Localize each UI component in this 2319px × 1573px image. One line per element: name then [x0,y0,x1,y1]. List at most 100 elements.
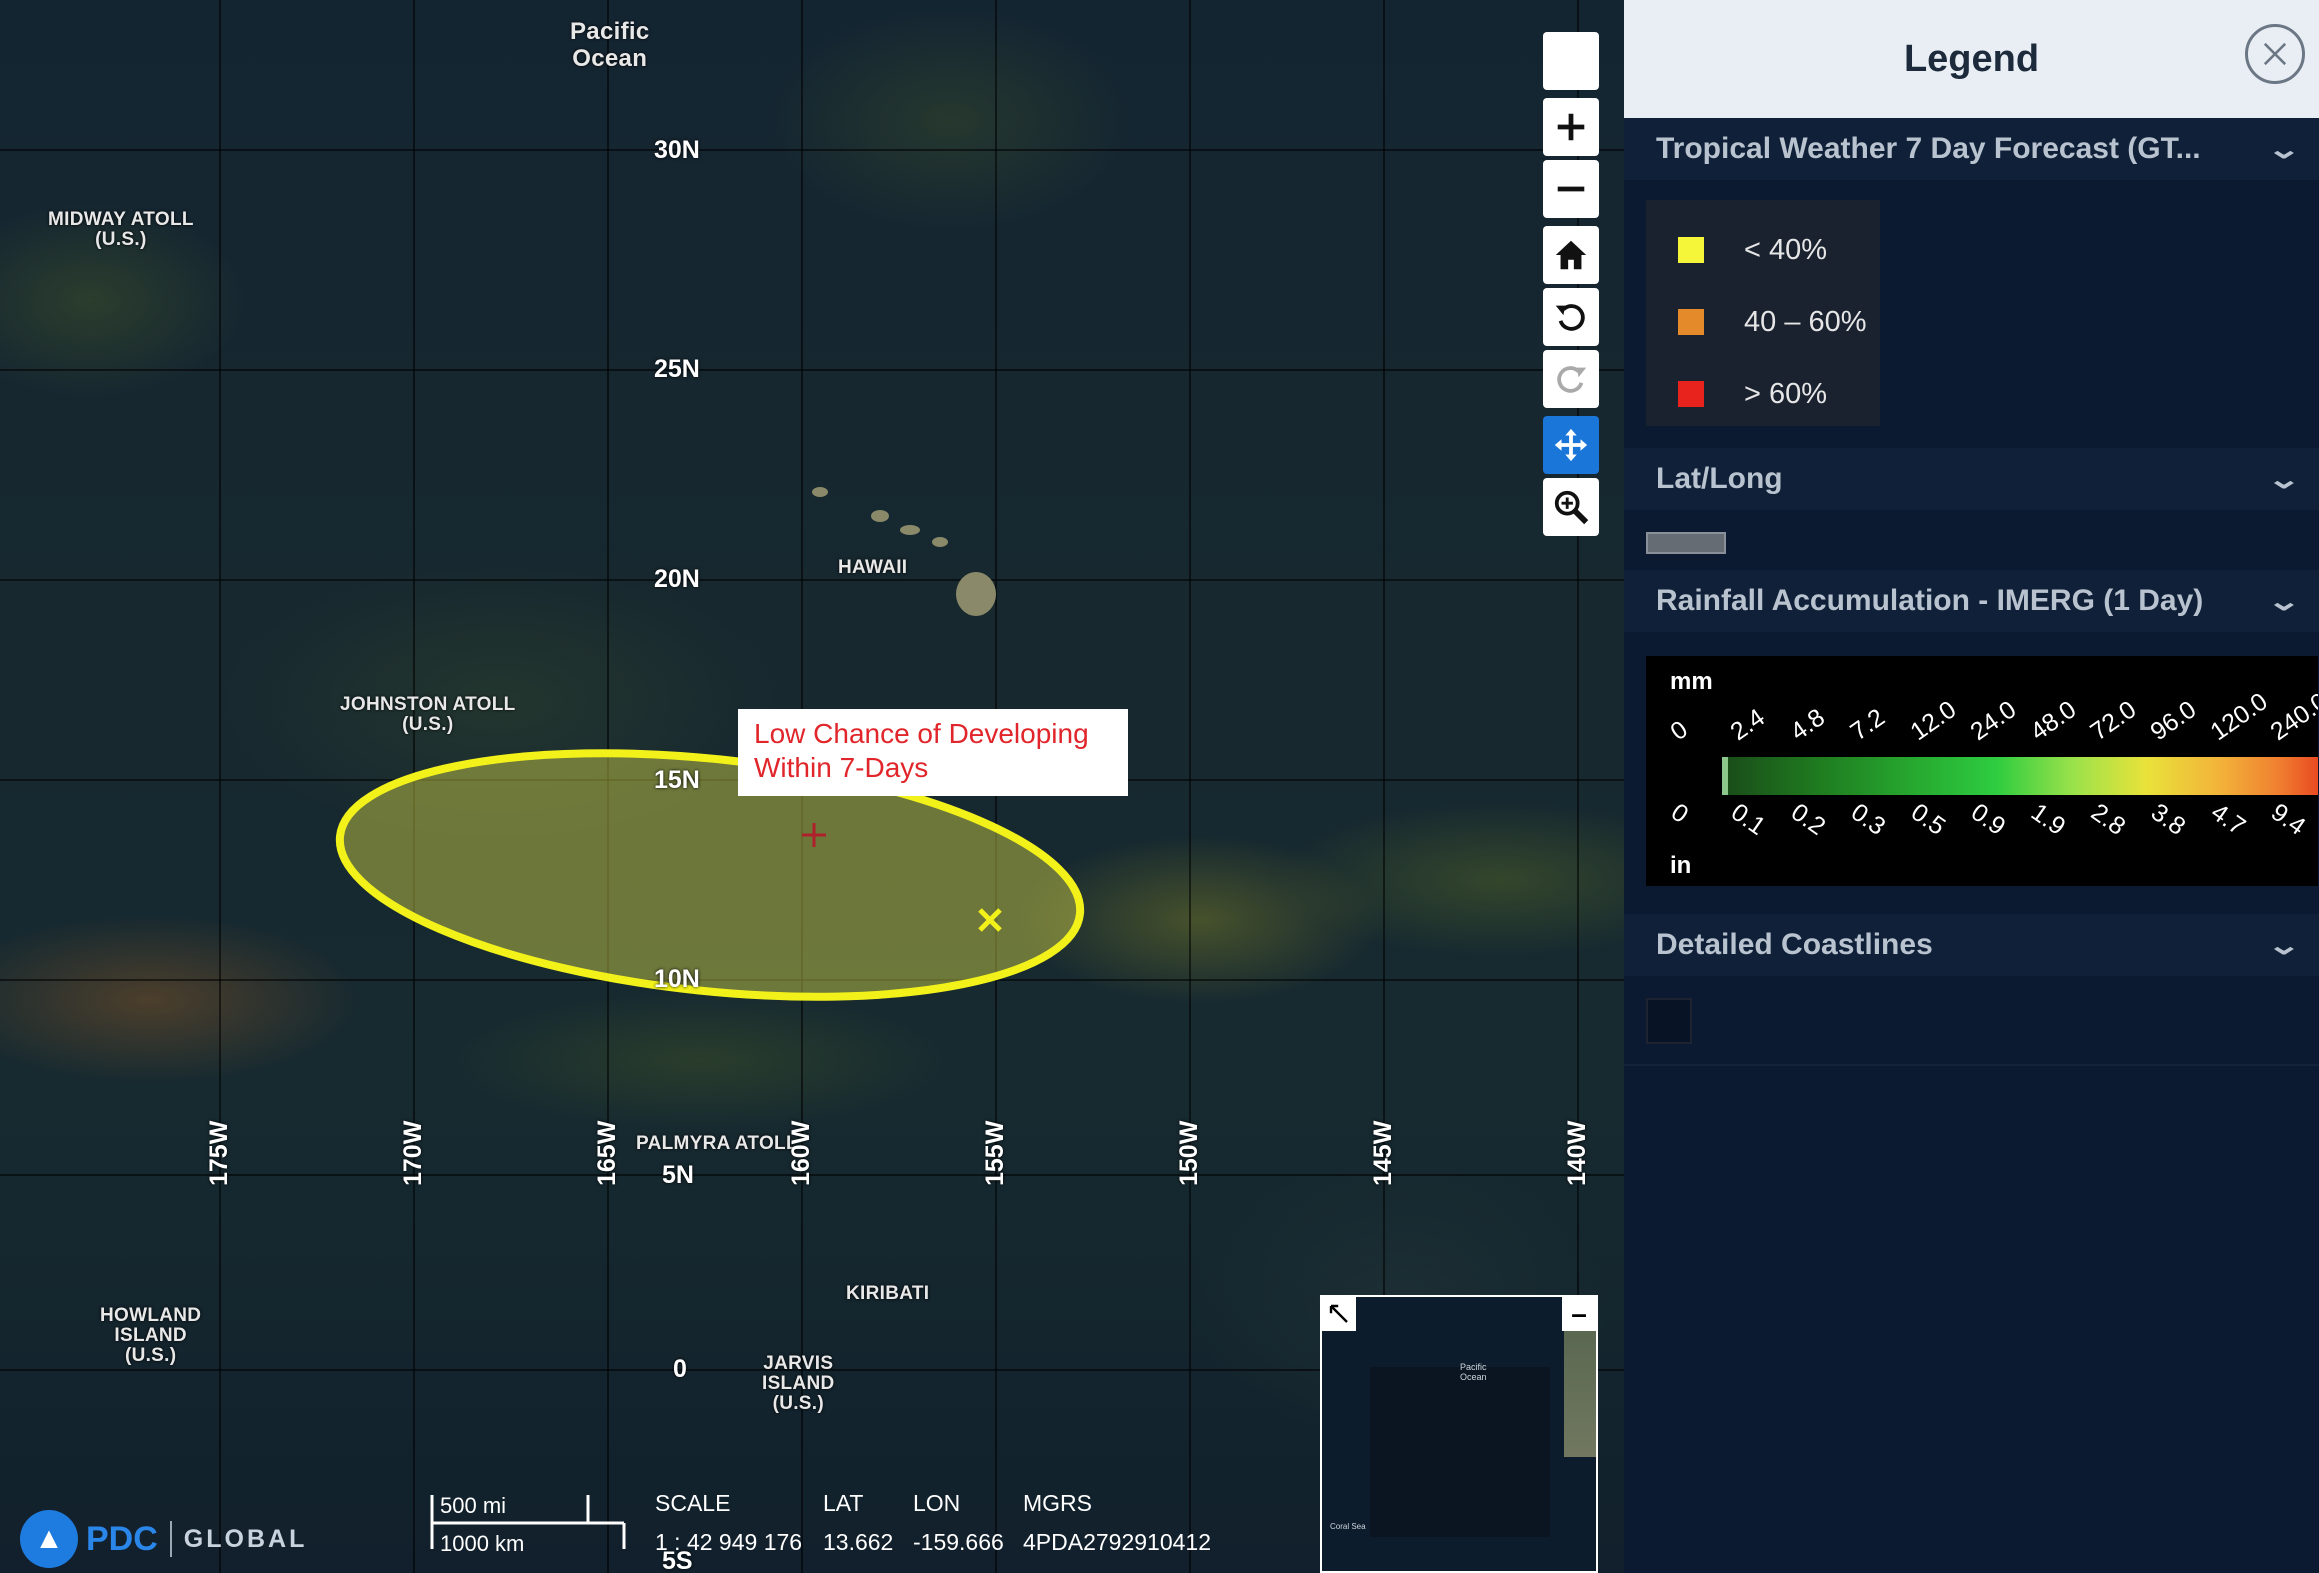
rainfall-mm-tick: 7.2 [1845,703,1890,747]
minus-icon: – [1571,1298,1587,1329]
overview-label: Pacific Ocean [1460,1362,1487,1382]
lon-label: LON [913,1490,961,1516]
tropical-legend-box: < 40% 40 – 60% > 60% [1646,200,1880,426]
tropical-label-high: > 60% [1744,377,1828,410]
lon-label-140w: 140W [1563,1120,1591,1186]
rainfall-mm-tick: 120.0 [2205,687,2273,747]
section-latlong-header[interactable]: Lat/Long ⌄ [1624,448,2319,510]
coastlines-swatch [1646,998,1692,1044]
home-button[interactable] [1543,226,1599,284]
scale-mi: 500 mi [440,1493,507,1518]
brand-suffix: GLOBAL [183,1524,308,1553]
overview-collapse-button[interactable]: – [1562,1297,1596,1331]
section-tropical-title: Tropical Weather 7 Day Forecast (GT... [1656,132,2201,165]
zoom-out-button[interactable] [1543,160,1599,218]
label-johnston: JOHNSTON ATOLL (U.S.) [340,694,516,735]
hawaii-islands [812,487,996,616]
rainfall-in-tick: 1.9 [2025,798,2071,841]
zoom-out-icon [1557,186,1585,192]
chevron-down-icon: ⌄ [2266,463,2302,494]
rainfall-mm-tick: 0 [1665,715,1693,747]
lon-label-155w: 155W [981,1120,1009,1186]
lon-label-165w: 165W [593,1120,621,1186]
rainfall-unit-in: in [1670,852,1692,879]
rainfall-colorbar: mm in 0 2.4 4.8 7.2 12.0 24.0 48.0 72.0 96.0 120.… [1646,656,2318,886]
rainfall-unit-mm: mm [1670,668,1713,695]
pdc-logo-icon: ▲ [20,1510,78,1568]
overview-label-coral-sea: Coral Sea [1330,1522,1366,1531]
rainfall-in-tick: 0.3 [1845,798,1891,841]
blank-tool-button[interactable] [1543,32,1599,90]
lat-label-5n: 5N [662,1161,694,1189]
lat-value: 13.662 [823,1529,894,1555]
expand-diagonal-icon [1329,1304,1348,1323]
scale-value: 1 : 42 949 176 [655,1529,803,1555]
section-rainfall-header[interactable]: Rainfall Accumulation - IMERG (1 Day) ⌄ [1624,570,2319,632]
callout-line2: Within 7-Days [754,752,929,783]
scale-bar: 500 mi 1000 km [430,1493,626,1556]
rainfall-mm-tick: 48.0 [2025,695,2082,747]
rotate-cw-button[interactable] [1543,350,1599,408]
lat-label-30n: 30N [654,136,700,164]
rainfall-in-tick: 4.7 [2205,798,2251,841]
rainfall-mm-tick: 72.0 [2085,695,2142,747]
lat-label-15n: 15N [654,766,700,794]
lon-label-160w: 160W [787,1120,815,1186]
rainfall-in-tick: 0.1 [1725,798,1771,841]
lon-label-150w: 150W [1175,1120,1203,1186]
lat-label-25n: 25N [654,355,700,383]
chevron-down-icon: ⌄ [2266,133,2302,164]
legend-header: Legend [1624,0,2319,118]
rainfall-in-tick: 0.9 [1965,798,2011,841]
brand-separator [169,1521,172,1557]
overview-coast [1564,1327,1596,1457]
label-hawaii: HAWAII [838,557,908,578]
section-coastlines-title: Detailed Coastlines [1656,928,1933,961]
tropical-legend-item: 40 – 60% [1646,286,1880,358]
legend-divider [1624,1064,2319,1066]
legend-title: Legend [1903,37,2040,80]
pdc-logo: ▲ PDC GLOBAL [20,1510,307,1568]
rainfall-in-tick: 9.4 [2265,798,2311,841]
section-rainfall-title: Rainfall Accumulation - IMERG (1 Day) [1656,584,2204,617]
rainfall-mm-tick: 2.4 [1725,703,1770,747]
tropical-legend-item: > 60% [1646,358,1880,430]
overview-expand-button[interactable] [1322,1297,1356,1331]
pan-icon [1554,428,1588,462]
lat-label-0: 0 [673,1355,687,1383]
section-tropical-body: < 40% 40 – 60% > 60% [1624,180,2319,448]
lon-label-170w: 170W [399,1120,427,1186]
chevron-down-icon: ⌄ [2266,585,2302,616]
zoom-box-icon [1554,490,1589,525]
label-palmyra: PALMYRA ATOLL [636,1133,798,1154]
section-latlong-title: Lat/Long [1656,462,1783,495]
section-rainfall-body: mm in 0 2.4 4.8 7.2 12.0 24.0 48.0 72.0 96.0 120.… [1624,632,2319,908]
label-kiribati: KIRIBATI [846,1283,930,1304]
scale-label: SCALE [655,1490,731,1516]
rotate-ccw-button[interactable] [1543,288,1599,346]
callout-line1: Low Chance of Developing [754,718,1089,749]
section-coastlines-header[interactable]: Detailed Coastlines ⌄ [1624,914,2319,976]
section-latlong-body [1624,510,2319,570]
pan-button[interactable] [1543,416,1599,474]
tropical-label-low: < 40% [1744,233,1828,266]
zoom-in-button[interactable] [1543,98,1599,156]
forecast-callout: Low Chance of Developing Within 7-Days [738,709,1128,796]
tropical-swatch-medium [1678,309,1704,335]
map-toolbar [1543,32,1599,540]
map-view[interactable]: Pacific Ocean MIDWAY ATOLL (U.S.) HAWAII… [0,0,1624,1573]
close-icon [2263,42,2287,66]
label-howland: HOWLAND ISLAND (U.S.) [100,1305,202,1366]
overview-map[interactable]: Pacific Ocean Coral Sea – [1320,1295,1598,1573]
tropical-swatch-low [1678,237,1704,263]
section-tropical-header[interactable]: Tropical Weather 7 Day Forecast (GT... ⌄ [1624,118,2319,180]
label-midway: MIDWAY ATOLL (U.S.) [48,209,194,250]
rainfall-mm-tick: 240.0 [2265,687,2318,747]
rainfall-mm-tick: 4.8 [1785,703,1830,747]
tropical-swatch-high [1678,381,1704,407]
label-pacific-ocean: Pacific Ocean [570,18,650,72]
rainfall-in-tick: 3.8 [2145,798,2191,841]
legend-close-button[interactable] [2245,24,2305,84]
zoom-box-button[interactable] [1543,478,1599,536]
legend-panel: Legend Tropical Weather 7 Day Forecast (… [1624,0,2319,1573]
